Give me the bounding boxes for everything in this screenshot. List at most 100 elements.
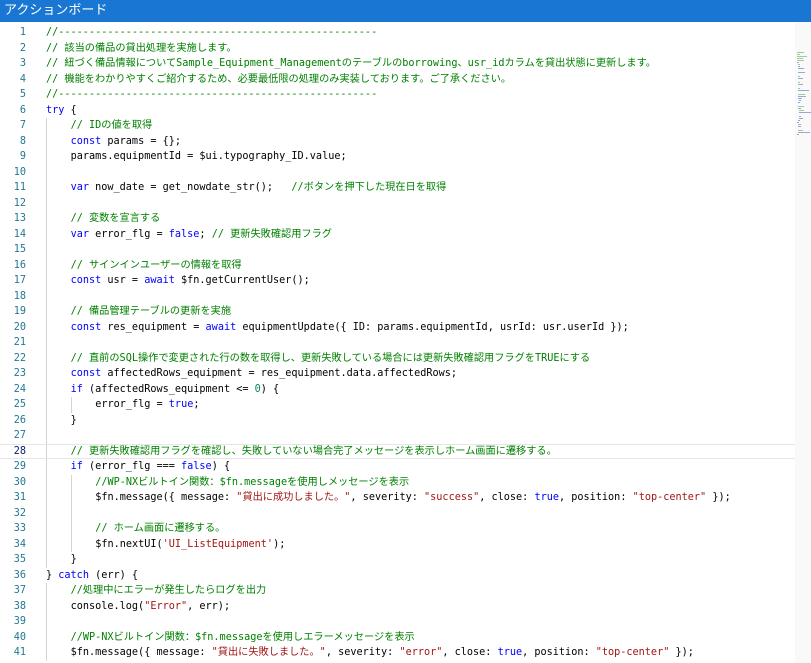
code-line[interactable]: 27 — [0, 428, 795, 444]
minimap-line — [798, 124, 801, 125]
code-token: equipmentUpdate({ ID: params.equipmentId… — [236, 321, 629, 333]
minimap-line — [798, 90, 810, 91]
minimap-line — [798, 64, 800, 65]
minimap-slider[interactable] — [795, 22, 811, 663]
code-text: } — [71, 413, 77, 429]
indent-guide — [46, 552, 47, 568]
code-line[interactable]: 23 const affectedRows_equipment = res_equ… — [0, 366, 795, 382]
code-token: "Error" — [144, 600, 188, 612]
indent-guide — [46, 381, 47, 397]
code-line[interactable]: 6 try { — [0, 103, 795, 119]
line-number: 40 — [13, 631, 26, 643]
code-line[interactable]: 29 if (error_flg === false) { — [0, 459, 795, 475]
indent-guide — [46, 444, 47, 458]
code-line[interactable]: 37 //処理中にエラーが発生したらログを出力 — [0, 583, 795, 599]
minimap-line — [797, 54, 800, 55]
code-line[interactable]: 2 // 該当の備品の貸出処理を実施します。 — [0, 41, 795, 57]
line-number: 19 — [13, 306, 26, 317]
code-token: , position: — [558, 492, 633, 503]
code-line[interactable]: 41 $fn.message({ message: "貸出に失敗しました。", s… — [0, 645, 795, 661]
code-token: if — [70, 383, 83, 395]
minimap-line — [798, 132, 810, 133]
indent-guide — [46, 335, 47, 351]
code-line[interactable]: 36} catch (err) { — [0, 568, 795, 584]
code-text: $fn.nextUI('UI_ListEquipment'); — [95, 537, 285, 553]
code-line[interactable]: 30 //WP-NXビルトイン関数：$fn.messageを使用しメッセージを表示 — [0, 474, 795, 490]
minimap-line — [798, 76, 800, 77]
code-line[interactable]: 7 // IDの値を取得 — [0, 118, 795, 134]
indent-guide — [46, 629, 47, 645]
minimap-line — [799, 118, 803, 119]
code-line[interactable]: 35} — [0, 552, 795, 568]
code-line[interactable]: 4 // 機能をわかりやすくご紹介するため、必要最低限の処理のみ実装しております。… — [0, 72, 795, 88]
code-editor[interactable]: 1 //-------------------------------------… — [0, 22, 811, 663]
code-line[interactable]: 1 //-------------------------------------… — [0, 25, 795, 41]
code-token: "貸出に成功しました。" — [236, 492, 351, 503]
line-number: 28 — [13, 445, 26, 457]
code-line[interactable]: 21 — [0, 335, 795, 351]
line-number: 11 — [13, 182, 26, 193]
code-line[interactable]: 15 — [0, 242, 795, 258]
line-number: 10 — [13, 166, 26, 178]
code-line[interactable]: 32 — [0, 505, 795, 521]
line-number: 22 — [13, 352, 26, 364]
code-token: // 機能をわかりやすくご紹介するため、必要最低限の処理のみ実装しております。ご… — [46, 73, 512, 85]
code-token: $fn.getCurrentUser(); — [174, 275, 310, 286]
code-token: usr = — [101, 275, 145, 286]
line-number: 23 — [13, 368, 26, 379]
code-line[interactable]: 12 — [0, 195, 795, 211]
code-line[interactable]: 31 $fn.message({ message: "貸出に成功しました。", s… — [0, 490, 795, 506]
code-text: var error_flg = false; // 更新失敗確認用フラグ — [71, 227, 332, 243]
indent-guide — [70, 536, 72, 552]
code-line[interactable]: 20 const res_equipment = await equipmentU… — [0, 319, 795, 335]
code-line[interactable]: 22 // 直前のSQL操作で変更された行の数を取得し、更新失敗している場合には更… — [0, 350, 795, 366]
code-line[interactable]: 11 var now_date = get_nowdate_str(); //ボタ… — [0, 180, 795, 196]
line-number: 4 — [19, 73, 26, 85]
code-line[interactable]: 26} — [0, 412, 795, 429]
code-line[interactable]: 39 — [0, 614, 795, 630]
indent-guide — [46, 459, 47, 475]
minimap-line — [798, 94, 805, 95]
code-token: (affectedRows_equipment <= — [82, 383, 255, 395]
minimap-line — [798, 102, 800, 103]
code-line[interactable]: 34 $fn.nextUI('UI_ListEquipment'); — [0, 536, 795, 553]
line-number: 5 — [19, 89, 26, 100]
code-line[interactable]: 28 // 更新失敗確認用フラグを確認し、失敗していない場合完了メッセージを表示し… — [0, 443, 795, 459]
code-text: const usr = await $fn.getCurrentUser(); — [71, 273, 310, 289]
code-token: //WP-NXビルトイン関数：$fn.messageを使用しエラーメッセージを表… — [70, 631, 415, 643]
indent-guide — [70, 397, 72, 413]
code-line[interactable]: 14 var error_flg = false; // 更新失敗確認用フラグ — [0, 226, 795, 243]
code-line[interactable]: 9 params.equipmentId = $ui.typography_ID.… — [0, 149, 795, 165]
code-token: "貸出に失敗しました。" — [211, 647, 326, 658]
code-line[interactable]: 24 if (affectedRows_equipment <= 0) { — [0, 381, 795, 397]
indent-guide — [46, 350, 47, 366]
code-line[interactable]: 8 const params = {}; — [0, 133, 795, 149]
code-line[interactable]: 38 console.log("Error", err); — [0, 598, 795, 614]
code-token: //処理中にエラーが発生したらログを出力 — [70, 585, 267, 596]
code-line[interactable]: 10 — [0, 164, 795, 180]
code-line[interactable]: 18 — [0, 288, 795, 304]
code-line[interactable]: 16 // サインインユーザーの情報を取得 — [0, 257, 795, 273]
code-text: // ホーム画面に遷移する。 — [95, 521, 225, 537]
code-token: ; — [199, 228, 212, 240]
code-line[interactable]: 5 //-------------------------------------… — [0, 87, 795, 103]
code-line[interactable]: 19 // 備品管理テーブルの更新を実施 — [0, 304, 795, 320]
minimap[interactable] — [795, 22, 811, 663]
code-line[interactable]: 17 const usr = await $fn.getCurrentUser()… — [0, 273, 795, 289]
code-token: true — [497, 647, 523, 658]
code-lines[interactable]: 1 //-------------------------------------… — [0, 25, 795, 663]
code-line[interactable]: 25 error_flg = true; — [0, 397, 795, 413]
indent-guide — [70, 521, 72, 537]
line-number: 20 — [13, 321, 26, 333]
code-line[interactable]: 3 // 紐づく備品情報についてSample_Equipment_Manageme… — [0, 56, 795, 72]
line-number: 18 — [13, 290, 26, 302]
code-line[interactable]: 40 //WP-NXビルトイン関数：$fn.messageを使用しエラーメッセージ… — [0, 629, 795, 645]
code-token: }); — [706, 492, 731, 503]
line-number: 38 — [13, 600, 26, 612]
code-token: ) { — [211, 461, 231, 472]
indent-guide — [46, 505, 47, 521]
code-line[interactable]: 13 // 変数を宣言する — [0, 211, 795, 227]
code-text: //--------------------------------------… — [46, 25, 377, 41]
code-line[interactable]: 33 // ホーム画面に遷移する。 — [0, 521, 795, 537]
code-token: await — [144, 275, 175, 286]
